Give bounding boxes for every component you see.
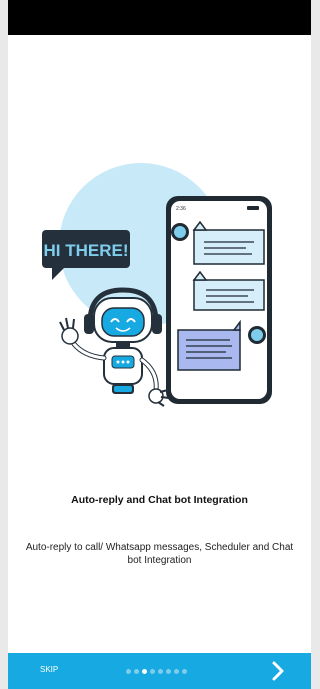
page-indicator-dot xyxy=(174,669,179,674)
page-indicator xyxy=(126,669,187,674)
next-button[interactable] xyxy=(264,657,292,685)
page-indicator-dot xyxy=(150,669,155,674)
page-indicator-dot xyxy=(134,669,139,674)
page-indicator-dot xyxy=(158,669,163,674)
page-indicator-dot xyxy=(166,669,171,674)
phone-illustration: 2:36 xyxy=(166,196,272,404)
onboarding-description: Auto-reply to call/ Whatsapp messages, S… xyxy=(25,542,294,566)
page-indicator-dot xyxy=(182,669,187,674)
onboarding-title: Auto-reply and Chat bot Integration xyxy=(71,494,248,506)
hi-there-text: HI THERE! xyxy=(44,241,129,260)
page-indicator-dot xyxy=(126,669,131,674)
chevron-right-icon xyxy=(272,661,284,681)
onboarding-screen: 2:36 HI THERE! Auto-reply and Chat bot I… xyxy=(8,0,311,689)
phone-time: 2:36 xyxy=(176,206,186,212)
chatbot-illustration: 2:36 HI THERE! xyxy=(42,163,272,407)
skip-button[interactable]: SKIP xyxy=(40,665,58,674)
status-bar xyxy=(8,0,311,35)
robot-illustration xyxy=(59,287,170,407)
bottom-navigation-bar: SKIP xyxy=(8,653,311,689)
page-indicator-dot-active xyxy=(142,669,147,674)
